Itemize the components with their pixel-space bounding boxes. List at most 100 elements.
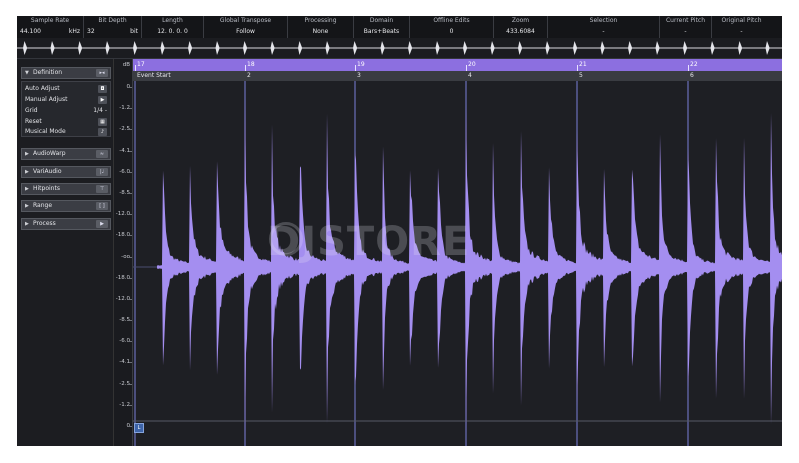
db-tick <box>129 341 132 343</box>
overview-transient <box>408 41 412 55</box>
db-tick <box>129 235 132 237</box>
info-value: - <box>684 28 687 35</box>
process-section-header[interactable]: ▶ Process ▶ <box>21 218 111 230</box>
auto-adjust-row[interactable]: Auto Adjust ◘ <box>25 84 107 94</box>
db-tick-label: -12.0 <box>115 211 130 218</box>
overview-transient <box>380 41 385 55</box>
musical-mode-icon[interactable]: ♪ <box>98 128 107 136</box>
info-header: Selection <box>589 17 618 24</box>
overview-waveform[interactable] <box>17 38 782 59</box>
db-tick <box>129 129 132 131</box>
hitpoints-icon[interactable]: ⊤ <box>96 185 108 193</box>
info-header: Sample Rate <box>30 17 70 24</box>
row-label: Manual Adjust <box>25 96 68 103</box>
info-header: Processing <box>304 17 337 24</box>
info-zoom[interactable]: Zoom 433.6084 <box>493 16 547 38</box>
section-label: AudioWarp <box>33 150 66 157</box>
event-marker[interactable]: 5 <box>579 72 583 79</box>
overview-transient <box>710 41 715 55</box>
lock-icon[interactable]: L <box>134 423 144 433</box>
hitpoints-section-header[interactable]: ▶ Hitpoints ⊤ <box>21 183 111 195</box>
overview-transient <box>435 41 440 55</box>
bar-number: 18 <box>247 61 255 68</box>
info-header: Length <box>162 17 183 24</box>
db-tick-label: -12.0 <box>115 295 130 302</box>
musical-mode-row[interactable]: Musical Mode ♪ <box>25 127 107 137</box>
info-unit: bit <box>130 28 138 35</box>
info-header: Global Transpose <box>219 17 272 24</box>
info-value: - <box>740 28 743 35</box>
db-tick-label: -18.0 <box>115 232 130 239</box>
definition-body: Auto Adjust ◘ Manual Adjust ▶ Grid 1/4 -… <box>21 81 111 137</box>
info-unit: kHz <box>68 28 80 35</box>
event-marker[interactable]: 2 <box>247 72 251 79</box>
chevron-right-icon: ▶ <box>25 151 29 157</box>
reset-row[interactable]: Reset ▦ <box>25 117 107 127</box>
range-section-header[interactable]: ▶ Range [ ] <box>21 200 111 212</box>
overview-transient <box>600 41 605 55</box>
info-value: 32 <box>87 28 95 35</box>
info-processing[interactable]: Processing None <box>287 16 353 38</box>
row-label: Grid <box>25 107 38 114</box>
event-marker[interactable]: Event Start <box>137 72 171 79</box>
grid-row[interactable]: Grid 1/4 - <box>25 106 107 116</box>
chevron-down-icon: ▼ <box>25 70 29 76</box>
reset-icon[interactable]: ▦ <box>98 118 107 126</box>
inspector-panel: ▼ Definition ▸◂ Auto Adjust ◘ Manual Adju… <box>17 59 114 446</box>
process-icon[interactable]: ▶ <box>96 220 108 228</box>
info-header: Bit Depth <box>98 17 127 24</box>
row-label: Musical Mode <box>25 128 66 135</box>
bar-number: 17 <box>137 61 145 68</box>
overview-transient <box>545 41 550 55</box>
overview-transient <box>105 41 110 55</box>
overview-transient <box>270 41 275 55</box>
info-domain[interactable]: Domain Bars+Beats <box>353 16 409 38</box>
manual-adjust-icon[interactable]: ▶ <box>98 96 107 104</box>
bar-number: 21 <box>579 61 587 68</box>
definition-section-header[interactable]: ▼ Definition ▸◂ <box>21 67 111 79</box>
overview-transient <box>215 41 220 55</box>
overview-transient <box>243 41 247 55</box>
variaudio-icon[interactable]: |♩ <box>96 168 108 176</box>
audiowarp-section-header[interactable]: ▶ AudioWarp ≈ <box>21 148 111 160</box>
info-bit-depth[interactable]: Bit Depth 32 bit <box>83 16 141 38</box>
db-tick <box>129 256 132 258</box>
info-offline-edits[interactable]: Offline Edits 0 <box>409 16 493 38</box>
section-label: Definition <box>33 69 63 76</box>
event-marker[interactable]: 3 <box>357 72 361 79</box>
info-original-pitch[interactable]: Original Pitch - <box>711 16 771 38</box>
info-length[interactable]: Length 12. 0. 0. 0 <box>141 16 203 38</box>
overview-transient <box>463 41 467 55</box>
info-current-pitch[interactable]: Current Pitch - <box>659 16 711 38</box>
info-value: Bars+Beats <box>363 28 400 35</box>
variaudio-section-header[interactable]: ▶ VariAudio |♩ <box>21 166 111 178</box>
info-value: - <box>602 28 605 35</box>
info-sample-rate[interactable]: Sample Rate 44.100 kHz <box>17 16 83 38</box>
overview-transient <box>353 41 357 55</box>
auto-adjust-icon[interactable]: ◘ <box>98 85 107 93</box>
section-label: Process <box>33 220 56 227</box>
info-value: 0 <box>449 28 454 35</box>
range-icon[interactable]: [ ] <box>96 202 108 210</box>
info-header: Zoom <box>511 17 530 24</box>
event-marker[interactable]: 6 <box>690 72 694 79</box>
section-label: Hitpoints <box>33 185 60 192</box>
overview-transient <box>133 41 137 55</box>
manual-adjust-row[interactable]: Manual Adjust ▶ <box>25 95 107 105</box>
db-tick <box>129 171 132 173</box>
bar-number: 19 <box>357 61 365 68</box>
timeline-ruler[interactable]: 17 18 19 20 21 22 <box>133 59 782 71</box>
info-header: Original Pitch <box>721 17 762 24</box>
info-global-transpose[interactable]: Global Transpose Follow <box>203 16 287 38</box>
info-value: Follow <box>236 28 255 35</box>
event-marker[interactable]: 4 <box>468 72 472 79</box>
overview-transient <box>490 41 495 55</box>
overview-transient <box>683 41 687 55</box>
db-tick <box>129 192 132 194</box>
info-header: Current Pitch <box>665 17 706 24</box>
grid-value[interactable]: 1/4 - <box>93 106 107 116</box>
definition-settings-icon[interactable]: ▸◂ <box>96 69 108 77</box>
audiowarp-icon[interactable]: ≈ <box>96 150 108 158</box>
info-selection[interactable]: Selection - <box>547 16 659 38</box>
overview-transient <box>655 41 660 55</box>
